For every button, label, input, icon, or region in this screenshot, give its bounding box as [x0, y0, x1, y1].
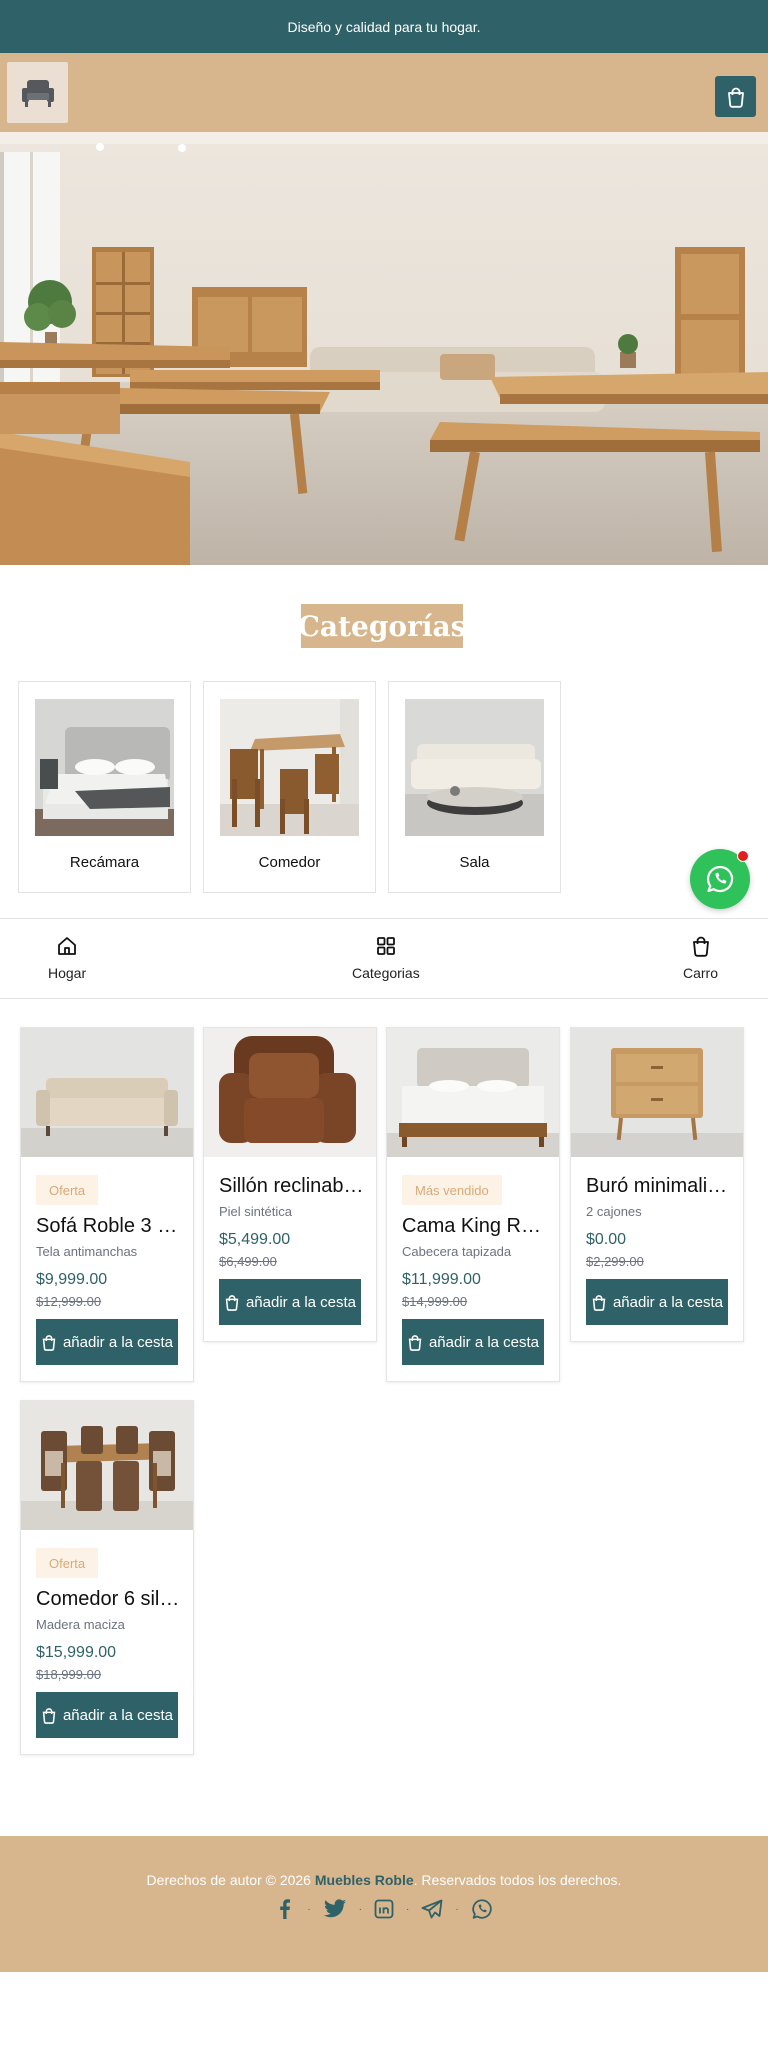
shopping-bag-icon: [42, 1707, 56, 1724]
separator: ·: [307, 1903, 311, 1915]
bed-photo: [35, 699, 174, 836]
facebook-icon[interactable]: [275, 1898, 295, 1920]
product-description: Cabecera tapizada: [402, 1244, 512, 1259]
linkedin-icon[interactable]: [374, 1899, 394, 1919]
product-card[interactable]: Más vendido Cama King Ro… Cabecera tapiz…: [386, 1027, 560, 1382]
category-card-recamara[interactable]: Recámara: [18, 681, 191, 893]
copyright-text: Derechos de autor © 2026 Muebles Roble. …: [0, 1872, 768, 1888]
nav-item-hogar[interactable]: Hogar: [48, 935, 86, 981]
product-price: $9,999.00: [36, 1271, 108, 1288]
home-icon: [58, 937, 76, 955]
copyright-prefix: Derechos de autor © 2026: [146, 1872, 311, 1888]
announcement-text: Diseño y calidad para tu hogar.: [287, 18, 481, 35]
category-label: Sala: [459, 854, 490, 871]
add-to-cart-label: añadir a la cesta: [62, 1706, 174, 1724]
product-description: 2 cajones: [586, 1204, 642, 1219]
nav-label: Carro: [683, 965, 719, 981]
product-description: Piel sintética: [219, 1204, 292, 1219]
product-old-price: $12,999.00: [36, 1294, 102, 1309]
sofa-photo: [405, 699, 544, 836]
notification-dot: [737, 850, 749, 862]
whatsapp-icon: [706, 865, 734, 893]
product-price: $5,499.00: [219, 1231, 291, 1248]
product-old-price: $6,499.00: [219, 1254, 277, 1269]
bottom-navigation: Hogar Categorias Carro: [0, 918, 768, 999]
add-to-cart-label: añadir a la cesta: [612, 1293, 724, 1311]
dining-table-photo: [220, 699, 359, 836]
brand-link[interactable]: Muebles Roble: [315, 1872, 414, 1888]
site-header: [0, 53, 768, 132]
product-price: $0.00: [586, 1231, 627, 1248]
shopping-bag-icon: [692, 936, 709, 957]
announcement-bar: Diseño y calidad para tu hogar.: [0, 0, 768, 53]
product-card[interactable]: Buró minimali… 2 cajones $0.00 $2,299.00…: [570, 1027, 744, 1342]
product-badge: Oferta: [36, 1548, 99, 1578]
product-old-price: $14,999.00: [402, 1294, 468, 1309]
category-card-comedor[interactable]: Comedor: [203, 681, 376, 893]
site-footer: Derechos de autor © 2026 Muebles Roble. …: [0, 1836, 768, 1972]
cart-button[interactable]: [715, 76, 756, 117]
nav-label: Hogar: [48, 965, 87, 981]
product-name[interactable]: Cama King Ro…: [402, 1215, 547, 1238]
product-card[interactable]: Oferta Comedor 6 sil… Madera maciza $15,…: [20, 1400, 194, 1755]
product-image: [571, 1028, 743, 1157]
product-description: Tela antimanchas: [36, 1244, 138, 1259]
add-to-cart-button[interactable]: añadir a la cesta: [586, 1279, 728, 1325]
nav-item-carro[interactable]: Carro: [683, 935, 718, 981]
shopping-bag-icon: [592, 1294, 606, 1311]
shopping-bag-icon: [225, 1294, 239, 1311]
armchair-icon: [21, 79, 54, 107]
category-label: Comedor: [258, 854, 321, 871]
add-to-cart-button[interactable]: añadir a la cesta: [402, 1319, 544, 1365]
product-old-price: $2,299.00: [586, 1254, 644, 1269]
copyright-suffix: . Reservados todos los derechos.: [413, 1872, 622, 1888]
product-image: [387, 1028, 559, 1157]
nav-label: Categorias: [352, 965, 420, 981]
shopping-bag-icon: [727, 87, 744, 108]
product-name[interactable]: Sofá Roble 3 …: [36, 1215, 181, 1238]
separator: ·: [406, 1903, 410, 1915]
add-to-cart-button[interactable]: añadir a la cesta: [36, 1692, 178, 1738]
category-card-sala[interactable]: Sala: [388, 681, 561, 893]
logo[interactable]: [7, 62, 68, 123]
product-card[interactable]: Sillón reclinabl… Piel sintética $5,499.…: [203, 1027, 377, 1342]
product-price: $15,999.00: [36, 1644, 117, 1661]
category-label: Recámara: [69, 854, 140, 871]
separator: ·: [358, 1903, 362, 1915]
twitter-icon[interactable]: [323, 1899, 347, 1919]
product-card[interactable]: Oferta Sofá Roble 3 … Tela antimanchas $…: [20, 1027, 194, 1382]
product-name[interactable]: Buró minimali…: [586, 1175, 731, 1198]
product-image: [21, 1401, 193, 1530]
product-name[interactable]: Comedor 6 sil…: [36, 1588, 181, 1611]
categories-title: Categorías: [298, 604, 466, 648]
hero-image: [0, 132, 768, 565]
whatsapp-icon[interactable]: [471, 1898, 493, 1920]
separator: ·: [455, 1903, 459, 1915]
grid-icon: [376, 937, 395, 955]
product-price: $11,999.00: [402, 1271, 481, 1288]
add-to-cart-label: añadir a la cesta: [62, 1333, 174, 1351]
add-to-cart-button[interactable]: añadir a la cesta: [36, 1319, 178, 1365]
product-name[interactable]: Sillón reclinabl…: [219, 1175, 364, 1198]
social-links: · · · ·: [0, 1898, 768, 1920]
product-old-price: $18,999.00: [36, 1667, 102, 1682]
add-to-cart-button[interactable]: añadir a la cesta: [219, 1279, 361, 1325]
product-description: Madera maciza: [36, 1617, 125, 1632]
product-badge: Oferta: [36, 1175, 99, 1205]
add-to-cart-label: añadir a la cesta: [245, 1293, 357, 1311]
product-badge: Más vendido: [402, 1175, 502, 1205]
nav-item-categorias[interactable]: Categorias: [352, 935, 420, 981]
telegram-icon[interactable]: [421, 1899, 443, 1919]
add-to-cart-label: añadir a la cesta: [428, 1333, 540, 1351]
product-image: [204, 1028, 376, 1157]
shopping-bag-icon: [42, 1334, 56, 1351]
shopping-bag-icon: [408, 1334, 422, 1351]
product-image: [21, 1028, 193, 1157]
